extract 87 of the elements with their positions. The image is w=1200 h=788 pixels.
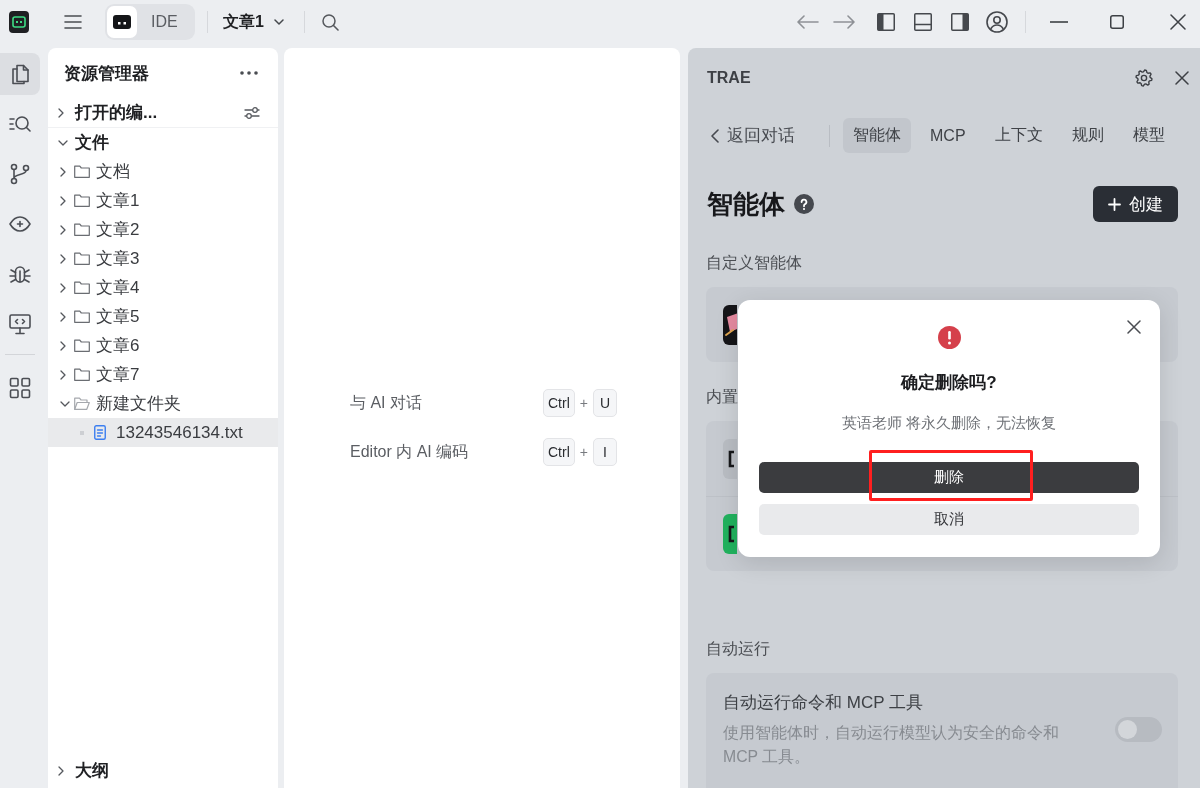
cancel-button[interactable]: 取消	[759, 504, 1139, 535]
folder-icon	[74, 165, 90, 178]
folder-item[interactable]: 文章4	[48, 273, 278, 302]
back-link[interactable]: 返回对话	[706, 124, 795, 147]
folder-item[interactable]: 文章7	[48, 360, 278, 389]
tab[interactable]: 上下文	[984, 118, 1053, 153]
dialog-title: 确定删除吗?	[899, 372, 998, 394]
plus-icon	[1108, 197, 1121, 211]
close-icon[interactable]	[1170, 14, 1186, 30]
folder-icon	[74, 194, 90, 207]
create-button[interactable]: 创建	[1093, 186, 1178, 222]
bottom-panel-icon[interactable]	[914, 13, 932, 31]
dialog-message: 英语老师 将永久删除，无法恢复	[840, 413, 1058, 433]
section-header[interactable]: 打开的编...	[48, 98, 158, 127]
toggle-switch[interactable]	[1115, 717, 1162, 742]
plus-sign: +	[579, 444, 588, 460]
panel-title: 资源管理器	[64, 62, 149, 85]
branch-icon	[9, 163, 31, 185]
bug-icon	[9, 263, 31, 285]
tab[interactable]: 智能体	[843, 118, 911, 153]
folder-item[interactable]: 文章5	[48, 302, 278, 331]
section-label: 自动运行	[706, 639, 771, 659]
close-icon[interactable]	[1175, 71, 1189, 85]
agent-icon[interactable]	[723, 438, 737, 479]
folder-item[interactable]: 文章3	[48, 244, 278, 273]
folder-icon	[74, 310, 90, 323]
eye-icon	[9, 213, 31, 235]
close-icon[interactable]	[1127, 320, 1141, 334]
folder-icon	[74, 252, 90, 265]
search-icon[interactable]	[321, 13, 339, 31]
setting-description: 使用智能体时，自动运行模型认为安全的命令和 MCP 工具。	[723, 723, 1060, 767]
panel-title: TRAE	[706, 69, 751, 87]
folder-icon	[74, 281, 90, 294]
folder-item[interactable]: 文章6	[48, 331, 278, 360]
grid-icon	[9, 377, 31, 399]
mode-tab[interactable]: IDE	[137, 6, 192, 38]
file-item[interactable]: 13243546134.txt	[48, 418, 278, 447]
more-icon[interactable]	[240, 71, 258, 75]
search-list-icon	[9, 113, 31, 135]
left-panel-icon[interactable]	[877, 13, 895, 31]
account-icon[interactable]	[986, 11, 1008, 33]
folder-icon	[74, 339, 90, 352]
settings-icon[interactable]	[1135, 69, 1153, 87]
caret-down-icon	[273, 19, 284, 25]
shortcut-label: 与 AI 对话	[350, 393, 423, 413]
tab[interactable]: 规则	[1061, 118, 1114, 153]
folder-icon	[74, 368, 90, 381]
agent-avatar-icon[interactable]	[723, 304, 737, 345]
agent-icon[interactable]	[723, 514, 737, 554]
files-icon	[9, 63, 31, 85]
key-cap: I	[592, 438, 617, 466]
open-folder-icon	[74, 397, 90, 410]
section-header[interactable]: 大纲	[48, 756, 109, 785]
section-header[interactable]: 文件	[48, 128, 109, 157]
key-cap: U	[592, 389, 617, 417]
delete-button[interactable]: 删除	[759, 462, 1139, 493]
activity-button[interactable]	[0, 53, 40, 95]
right-panel-icon[interactable]	[951, 13, 969, 31]
folder-item[interactable]: 文档	[48, 157, 278, 186]
chevron-left-icon	[711, 128, 719, 143]
key-cap: Ctrl	[543, 438, 575, 466]
folder-item[interactable]: 文章2	[48, 215, 278, 244]
plus-sign: +	[579, 395, 588, 411]
shortcut-label: Editor 内 AI 编码	[350, 442, 470, 462]
setting-title: 自动运行命令和 MCP 工具	[723, 692, 924, 714]
mode-tab[interactable]	[107, 6, 137, 38]
chat-window-icon	[113, 15, 131, 29]
help-icon[interactable]	[794, 194, 814, 214]
app-logo-icon[interactable]	[9, 11, 29, 33]
monitor-code-icon	[9, 313, 31, 335]
arrow-right-icon[interactable]	[833, 15, 855, 29]
folder-item[interactable]: 文章1	[48, 186, 278, 215]
maximize-icon[interactable]	[1110, 15, 1124, 29]
menu-icon[interactable]	[64, 15, 82, 29]
section-label: 自定义智能体	[706, 253, 803, 273]
text-file-icon	[94, 425, 106, 440]
key-cap: Ctrl	[543, 389, 575, 417]
alert-icon	[937, 326, 961, 349]
page-heading: 智能体	[706, 188, 785, 221]
tab[interactable]: MCP	[920, 118, 976, 153]
sliders-icon[interactable]	[244, 105, 260, 120]
section-label: 内置	[706, 387, 739, 407]
arrow-left-icon[interactable]	[797, 15, 819, 29]
tab[interactable]: 模型	[1122, 118, 1175, 153]
folder-icon	[74, 223, 90, 236]
document-menu-button[interactable]: 文章1	[223, 11, 284, 33]
folder-item[interactable]: 新建文件夹	[48, 389, 278, 418]
